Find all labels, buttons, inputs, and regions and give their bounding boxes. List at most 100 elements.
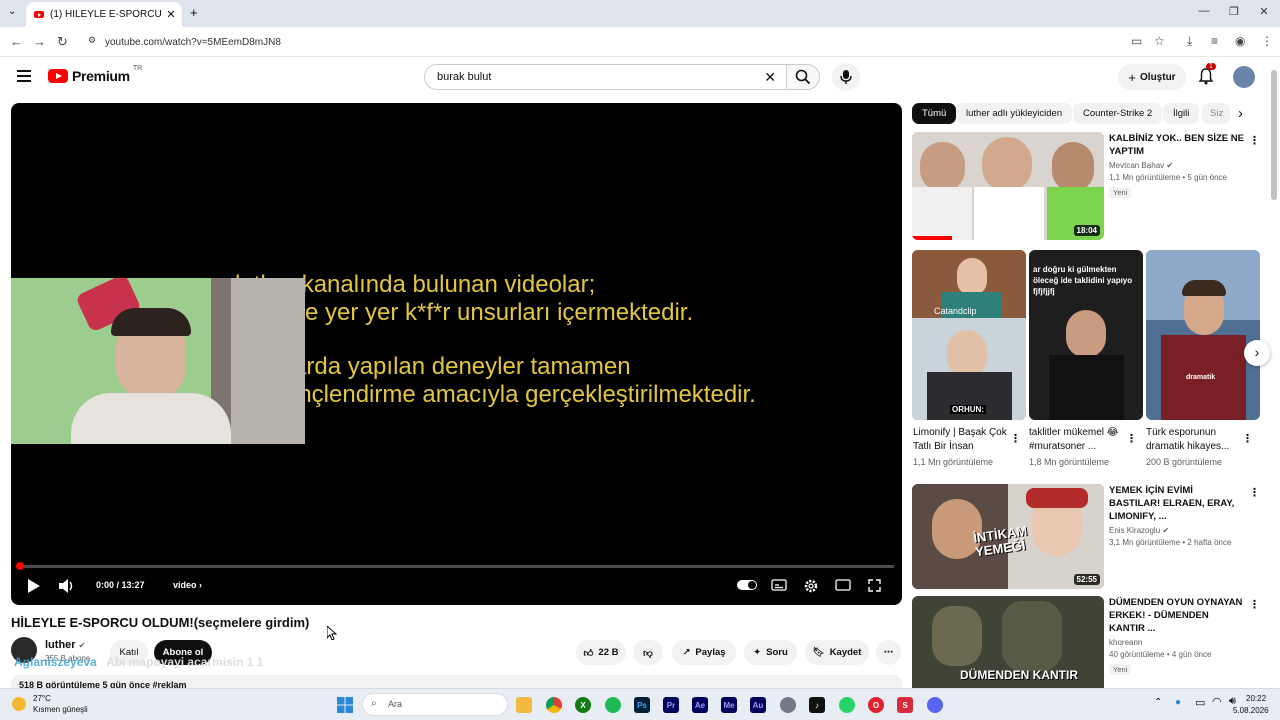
new-tab-icon[interactable]: +	[190, 5, 198, 20]
chips-next-icon[interactable]: ›	[1238, 105, 1243, 122]
more-actions-button[interactable]: ⋯	[876, 640, 901, 665]
rec-info[interactable]: DÜMENDEN OYUN OYNAYAN ERKEK! - DÜMENDEN …	[1109, 596, 1244, 677]
cast-icon[interactable]: ▭	[1131, 34, 1142, 48]
more-actions-icon[interactable]: ⋮	[1010, 432, 1021, 445]
short-thumbnail[interactable]: ar doğru ki gülmekten öleceğ ide taklidi…	[1029, 250, 1143, 420]
subtitles-icon[interactable]	[771, 579, 787, 591]
chip-uploader[interactable]: luther adlı yükleyiciden	[956, 103, 1073, 124]
display-tray-icon[interactable]: ▭	[1195, 696, 1205, 709]
fullscreen-icon[interactable]	[868, 579, 881, 592]
short-info[interactable]: taklitler mükemel 😂 #muratsoner ... 1,8 …	[1029, 426, 1124, 467]
rec-channel: khoreann	[1109, 638, 1143, 647]
wifi-icon[interactable]: ◠	[1212, 695, 1222, 708]
clear-search-icon[interactable]: ✕	[764, 69, 776, 86]
forward-icon[interactable]: →	[33, 34, 46, 49]
save-button[interactable]: 🔖︎ Kaydet	[805, 640, 869, 665]
tab-list-icon[interactable]: ⌄	[8, 6, 16, 17]
hamburger-menu-icon[interactable]	[17, 70, 31, 82]
channel-name[interactable]: luther ✔	[45, 639, 85, 651]
bookmark-star-icon[interactable]: ☆	[1154, 34, 1165, 48]
whatsapp-icon[interactable]	[839, 697, 855, 713]
minimize-icon[interactable]: —	[1194, 5, 1214, 17]
clock-date[interactable]: 5.08.2026	[1233, 706, 1269, 715]
volume-icon[interactable]	[58, 578, 74, 594]
browser-tab[interactable]: (1) HİLEYLE E-SPORCU OLDUM ✕	[26, 2, 182, 27]
rec-thumbnail[interactable]: DÜMENDEN KANTIR	[912, 596, 1104, 688]
youtube-favicon-icon	[34, 11, 44, 18]
rec-info[interactable]: KALBİNİZ YOK.. BEN SİZE NE YAPTIM Mevtca…	[1109, 132, 1244, 200]
mic-tray-icon[interactable]: ●	[1175, 697, 1181, 708]
short-info[interactable]: Limonify | Başak Çok Tatlı Bir İnsan 1,1…	[913, 426, 1008, 467]
chip-related[interactable]: İlgili	[1163, 103, 1200, 124]
search-button[interactable]	[786, 64, 820, 90]
chip-cs2[interactable]: Counter-Strike 2	[1073, 103, 1163, 124]
profile-icon[interactable]: ◉	[1235, 34, 1245, 48]
dislike-button[interactable]: 👎︎	[633, 640, 663, 665]
premiere-icon[interactable]: Pr	[663, 697, 679, 713]
notifications-button[interactable]: 1	[1198, 63, 1216, 90]
voice-search-button[interactable]	[832, 63, 860, 91]
media-icon[interactable]: ≡	[1211, 34, 1218, 48]
close-tab-icon[interactable]: ✕	[164, 8, 178, 21]
short-thumbnail[interactable]: dramatik	[1146, 250, 1260, 420]
create-button[interactable]: + Oluştur	[1118, 64, 1186, 90]
autoplay-toggle[interactable]	[737, 580, 757, 590]
shorts-next-button[interactable]: ›	[1244, 340, 1270, 366]
tiktok-icon[interactable]: ♪	[809, 697, 825, 713]
chrome-icon[interactable]	[546, 697, 562, 713]
page-scrollbar[interactable]	[1271, 70, 1277, 200]
clock-time[interactable]: 20:22	[1246, 694, 1266, 703]
download-icon[interactable]: ⤓	[1187, 34, 1192, 49]
more-actions-icon[interactable]: ⋮	[1126, 432, 1137, 445]
weather-icon[interactable]	[12, 697, 26, 711]
spotify-icon[interactable]	[605, 697, 621, 713]
progress-scrubber[interactable]	[16, 562, 24, 570]
play-icon[interactable]	[26, 579, 40, 593]
more-actions-icon[interactable]: ⋮	[1249, 598, 1260, 611]
more-actions-icon[interactable]: ⋮	[1249, 486, 1260, 499]
rec-title: KALBİNİZ YOK.. BEN SİZE NE YAPTIM	[1109, 133, 1244, 157]
app-icon[interactable]: S	[897, 697, 913, 713]
taskbar-search[interactable]: ⌕ Ara	[362, 693, 508, 716]
site-info-icon[interactable]: ⚙	[88, 35, 96, 46]
file-explorer-icon[interactable]	[516, 697, 532, 713]
opera-icon[interactable]: O	[868, 697, 884, 713]
chapter-label[interactable]: video ›	[173, 580, 202, 590]
media-encoder-icon[interactable]: Me	[721, 697, 737, 713]
reload-icon[interactable]: ↻	[57, 34, 68, 50]
account-avatar[interactable]	[1233, 66, 1255, 88]
share-button[interactable]: ↗ Paylaş	[672, 640, 736, 665]
rec-thumbnail[interactable]: 18:04	[912, 132, 1104, 240]
tray-chevron-icon[interactable]: ⌃	[1154, 697, 1162, 708]
short-info[interactable]: Türk esporunun dramatik hikayes... 200 B…	[1146, 426, 1241, 467]
description-box[interactable]: 518 B görüntüleme 5 gün önce #reklam	[11, 675, 902, 688]
more-actions-icon[interactable]: ⋮	[1242, 432, 1253, 445]
close-window-icon[interactable]: ✕	[1254, 5, 1274, 18]
restore-icon[interactable]: ❐	[1224, 5, 1244, 18]
xbox-icon[interactable]: X	[575, 697, 591, 713]
short-thumbnail[interactable]: Catandclip ORHUN:	[912, 250, 1026, 420]
after-effects-icon[interactable]: Ae	[692, 697, 708, 713]
back-icon[interactable]: ←	[10, 34, 23, 49]
rec-info[interactable]: YEMEK İÇİN EVİMİ BASTILAR! ELRAEN, ERAY,…	[1109, 484, 1244, 547]
chrome-menu-icon[interactable]: ⋮	[1261, 34, 1273, 48]
steam-icon[interactable]	[780, 697, 796, 713]
like-button[interactable]: 👍︎ 22 B	[576, 640, 626, 665]
windows-start-icon[interactable]	[337, 697, 353, 713]
youtube-premium-logo[interactable]: Premium TR	[48, 65, 142, 84]
photoshop-icon[interactable]: Ps	[634, 697, 650, 713]
url-field[interactable]: ⚙ youtube.com/watch?v=5MEemD8mJN8	[80, 31, 1180, 53]
chip-for-you[interactable]: Siz	[1202, 103, 1230, 124]
discord-icon[interactable]	[927, 697, 943, 713]
progress-bar[interactable]	[16, 562, 894, 570]
search-input[interactable]: burak bulut ✕	[424, 64, 786, 90]
settings-gear-icon[interactable]	[803, 578, 819, 594]
rec-thumbnail[interactable]: İNTİKAM YEMEĞİ 52:55	[912, 484, 1104, 589]
video-player[interactable]: luther kanalında bulunan videolar; ve ye…	[11, 103, 902, 605]
more-actions-icon[interactable]: ⋮	[1249, 134, 1260, 147]
theater-mode-icon[interactable]	[835, 579, 851, 591]
chip-all[interactable]: Tümü	[912, 103, 957, 124]
rec-channel: Enis Kirazoglu ✔	[1109, 526, 1170, 535]
ask-button[interactable]: ✦ Soru	[744, 640, 797, 665]
audition-icon[interactable]: Au	[750, 697, 766, 713]
